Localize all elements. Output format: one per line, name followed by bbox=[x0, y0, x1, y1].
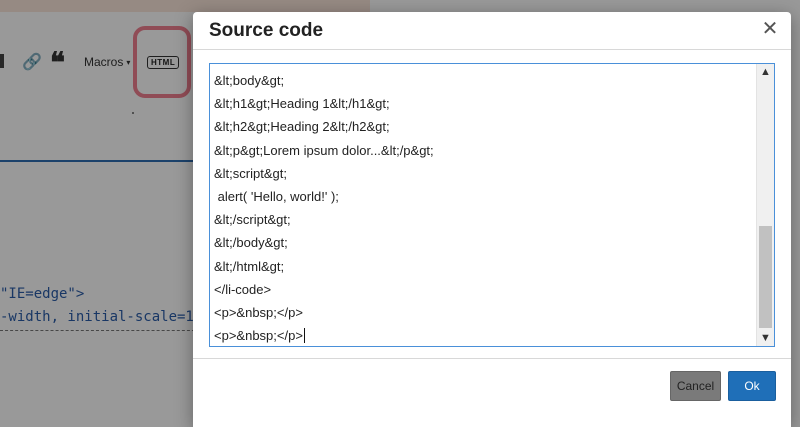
source-code-line: &lt;body&gt; bbox=[214, 73, 285, 88]
ok-button[interactable]: Ok bbox=[728, 371, 776, 401]
dialog-title: Source code bbox=[209, 20, 324, 41]
cancel-button[interactable]: Cancel bbox=[670, 371, 721, 401]
source-code-line: &lt;/html&gt; bbox=[214, 258, 285, 274]
source-code-line: &lt;/script&gt; bbox=[214, 212, 291, 228]
source-code-lines: &lt;body&gt; &lt;h1&gt;Heading 1&lt;/h1&g… bbox=[214, 69, 754, 346]
source-code-line: &lt;h2&gt;Heading 2&lt;/h2&gt; bbox=[214, 119, 390, 135]
source-code-textarea[interactable]: &lt;body&gt; &lt;h1&gt;Heading 1&lt;/h1&g… bbox=[209, 63, 775, 347]
source-code-line: &lt;/body&gt; bbox=[214, 235, 288, 251]
scroll-down-icon[interactable]: ▼ bbox=[757, 330, 774, 346]
source-code-line: &lt;p&gt;Lorem ipsum dolor...&lt;/p&gt; bbox=[214, 142, 434, 158]
close-icon[interactable]: ✕ bbox=[759, 18, 781, 40]
scroll-up-icon[interactable]: ▲ bbox=[757, 64, 774, 80]
scrollbar-thumb[interactable] bbox=[759, 226, 772, 328]
source-code-line: &lt;script&gt; bbox=[214, 165, 287, 181]
source-code-line: &lt;h1&gt;Heading 1&lt;/h1&gt; bbox=[214, 96, 390, 112]
dialog-footer: Cancel Ok bbox=[193, 358, 791, 427]
text-caret bbox=[303, 328, 305, 344]
source-code-dialog: Source code ✕ &lt;body&gt; &lt;h1&gt;Head… bbox=[193, 12, 791, 427]
source-code-line: <p>&nbsp;</p> bbox=[214, 304, 303, 320]
source-code-line: alert( 'Hello, world!' ); bbox=[214, 188, 339, 204]
dialog-header: Source code ✕ bbox=[193, 12, 791, 50]
source-code-line: </li-code> bbox=[214, 281, 272, 297]
textarea-scrollbar[interactable]: ▲ ▼ bbox=[756, 64, 774, 346]
source-code-line: <p>&nbsp;</p> bbox=[214, 328, 305, 344]
